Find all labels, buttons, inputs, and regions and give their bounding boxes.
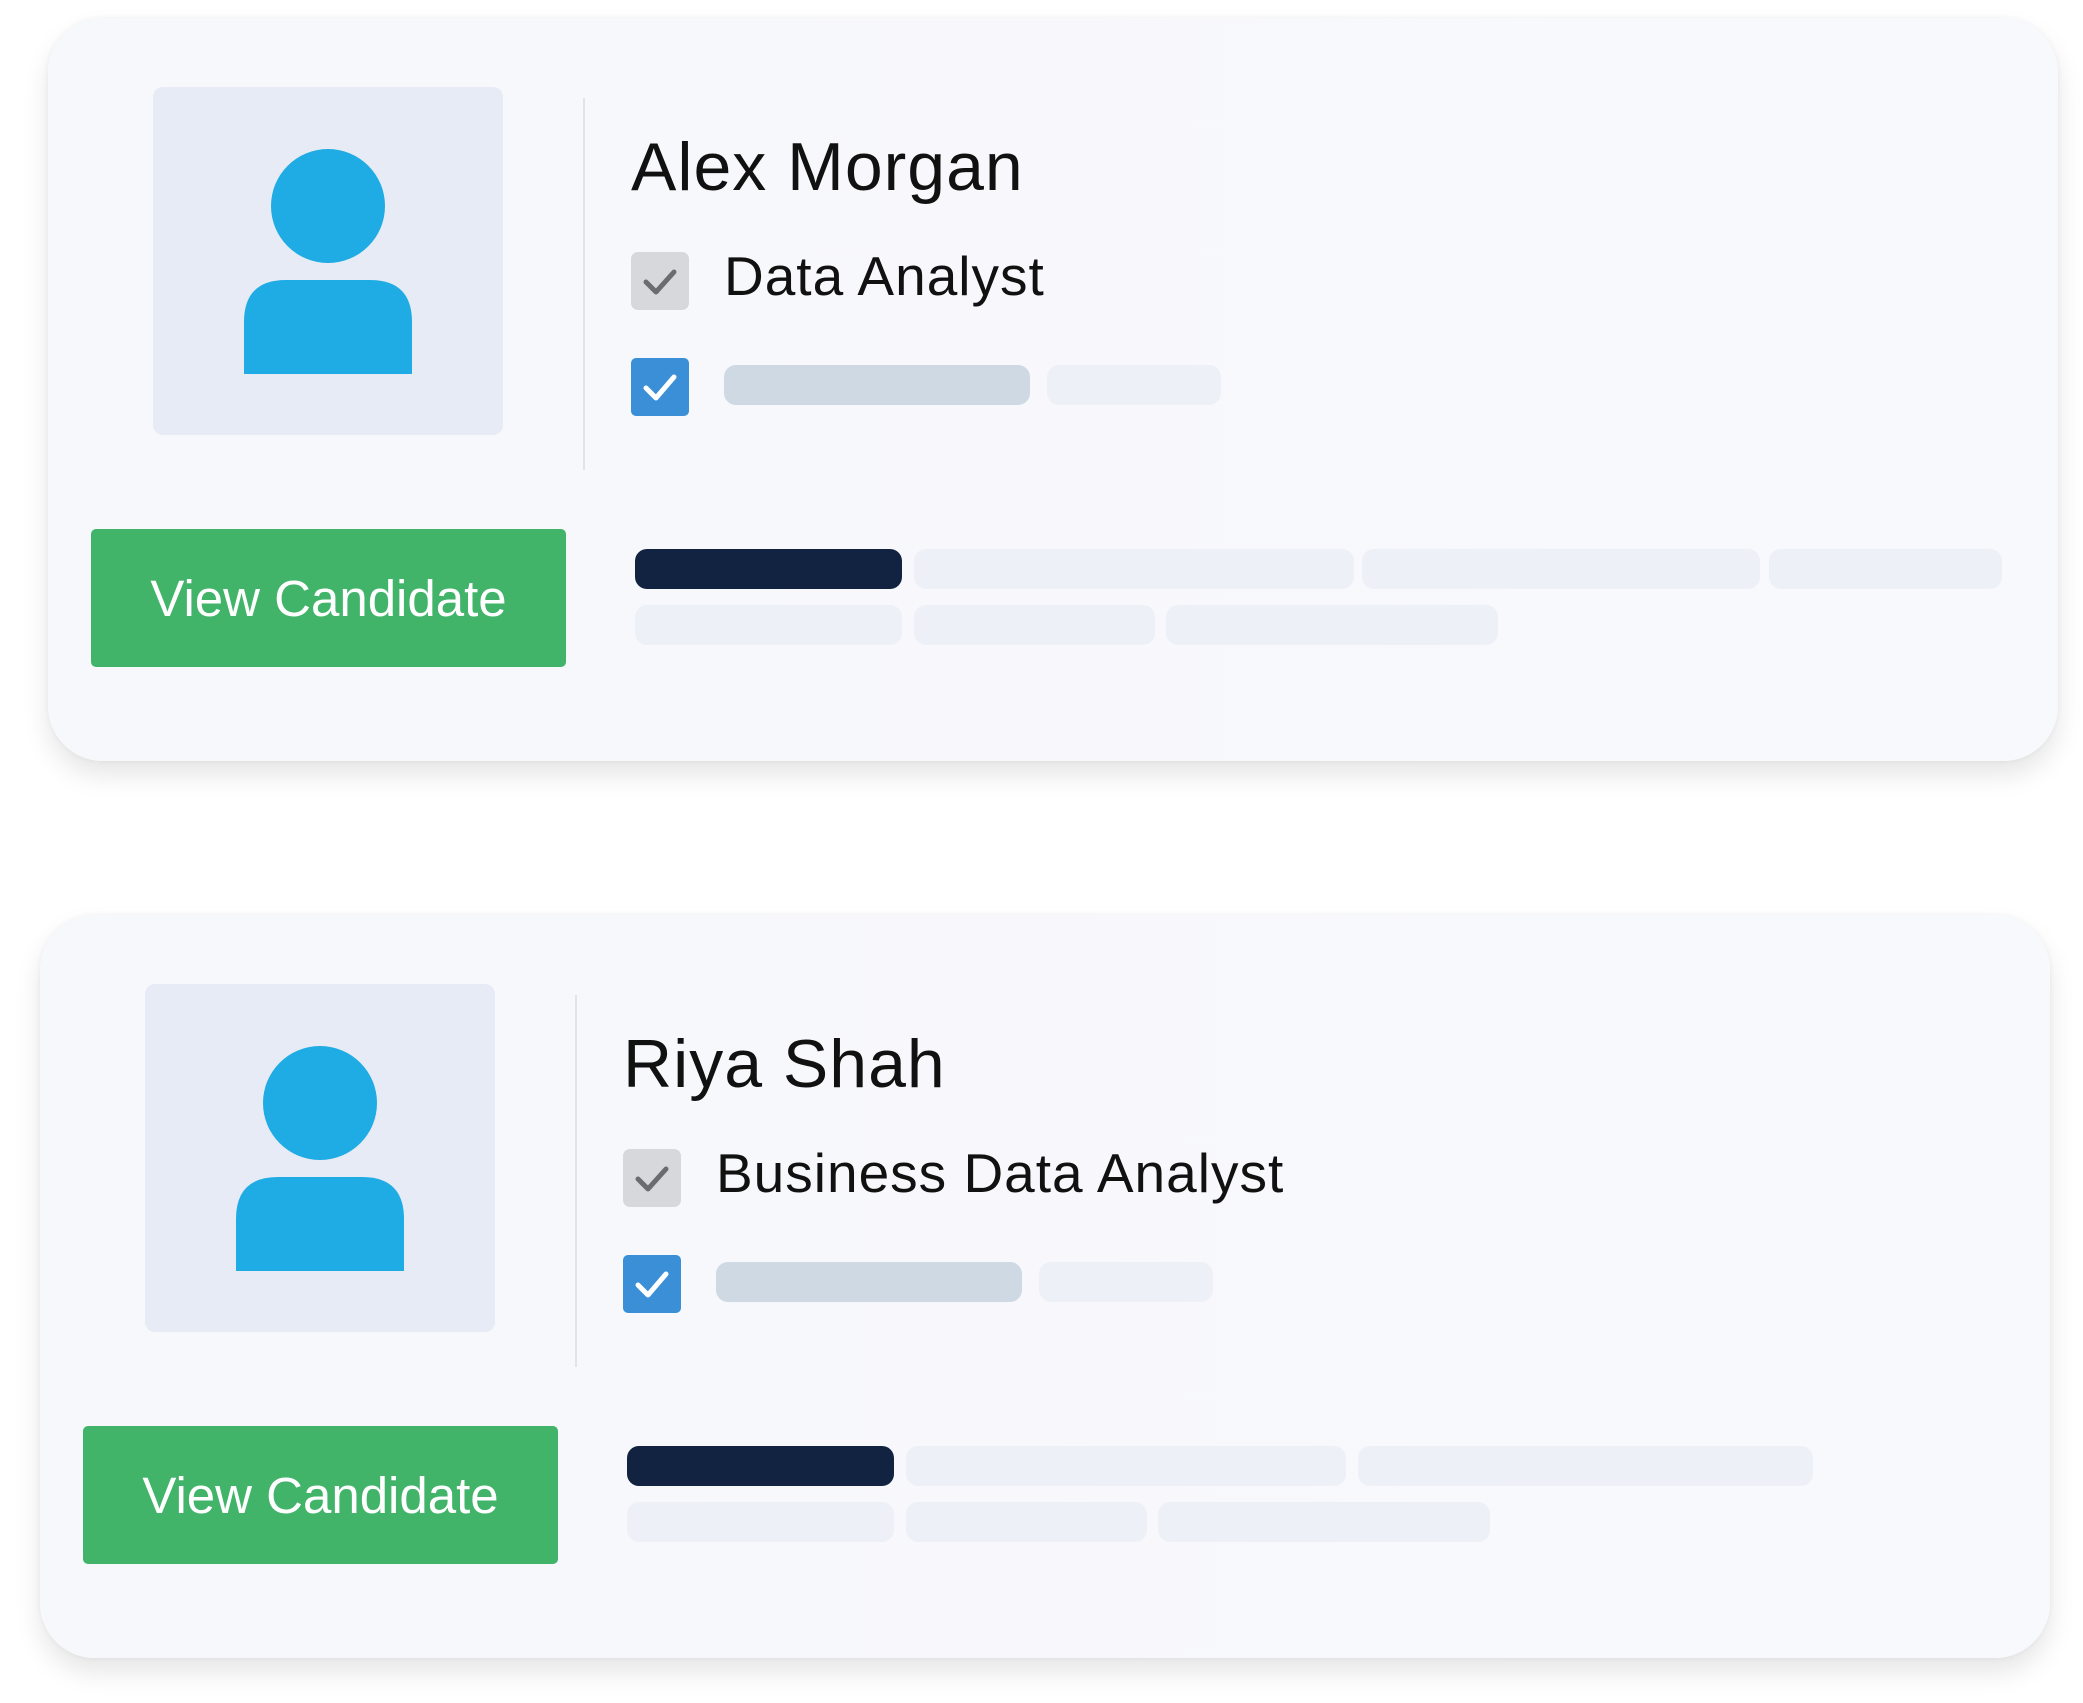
skeleton-bar	[1362, 549, 1760, 589]
skeleton-bar	[627, 1502, 894, 1542]
skeleton-bar	[914, 549, 1354, 589]
avatar	[153, 87, 503, 435]
user-avatar-icon	[244, 149, 412, 374]
candidate-name: Alex Morgan	[631, 129, 1024, 205]
checkbox-checked-icon[interactable]	[623, 1255, 681, 1313]
skeleton-bar	[1039, 1262, 1213, 1302]
candidate-name: Riya Shah	[623, 1026, 946, 1102]
skeleton-bar	[635, 549, 902, 589]
user-avatar-icon	[236, 1046, 404, 1271]
check-icon	[631, 252, 689, 310]
candidate-role: Data Analyst	[724, 245, 1045, 307]
view-candidate-button[interactable]: View Candidate	[83, 1426, 558, 1564]
check-icon	[623, 1149, 681, 1207]
checkbox-checked-icon[interactable]	[631, 358, 689, 416]
skeleton-bar	[724, 365, 1030, 405]
skeleton-bar	[906, 1502, 1147, 1542]
skeleton-bar	[1047, 365, 1221, 405]
skeleton-bar	[1769, 549, 2002, 589]
skeleton-bar	[1358, 1446, 1813, 1486]
skeleton-bar	[1166, 605, 1498, 645]
skeleton-bar	[635, 605, 902, 645]
view-candidate-button[interactable]: View Candidate	[91, 529, 566, 667]
skeleton-bar	[716, 1262, 1022, 1302]
skeleton-bar	[627, 1446, 894, 1486]
vertical-divider	[583, 98, 585, 470]
skeleton-bar	[914, 605, 1155, 645]
candidate-role: Business Data Analyst	[716, 1142, 1285, 1204]
candidate-card: Riya Shah Business Data Analyst View Can…	[40, 915, 2050, 1658]
candidate-card: Alex Morgan Data Analyst View Candidate	[48, 18, 2058, 761]
avatar	[145, 984, 495, 1332]
vertical-divider	[575, 995, 577, 1367]
skeleton-bar	[1158, 1502, 1490, 1542]
skeleton-bar	[906, 1446, 1346, 1486]
